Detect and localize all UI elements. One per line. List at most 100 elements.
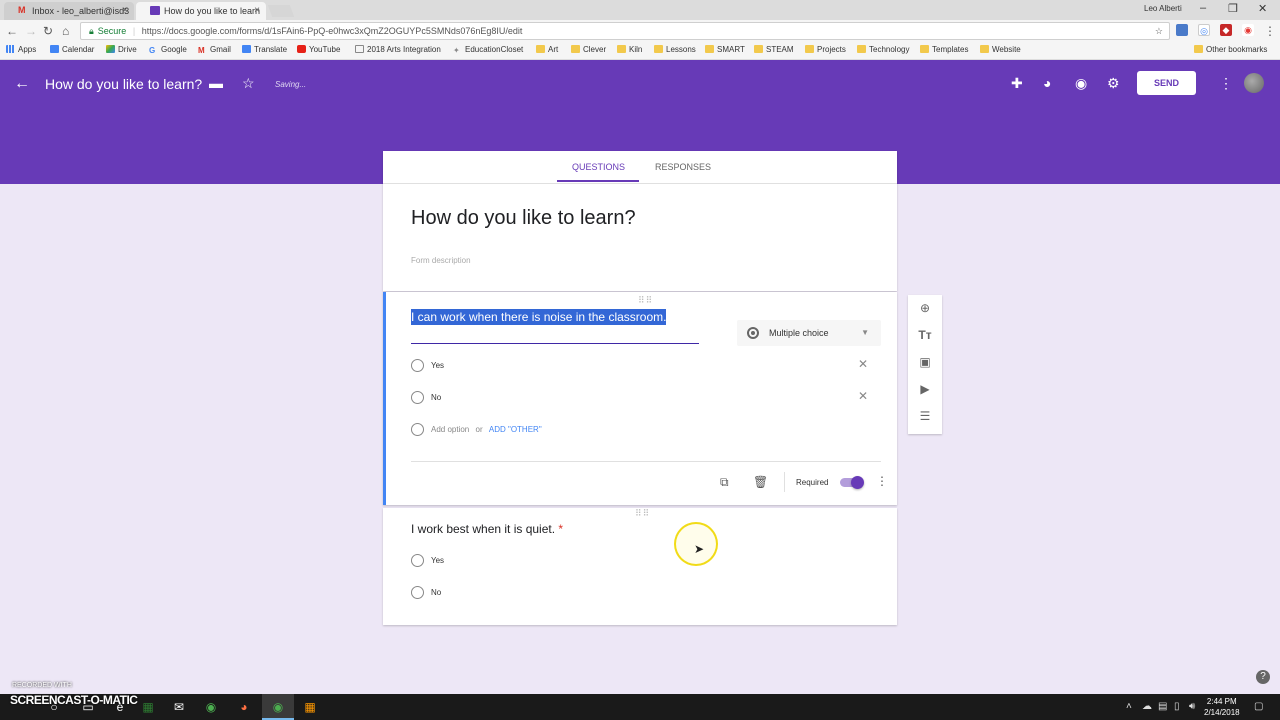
extension-icon[interactable] — [1176, 24, 1188, 36]
bookmark-arts-integration[interactable]: 2018 Arts Integration — [355, 45, 441, 54]
option-label[interactable]: Yes — [431, 361, 444, 370]
form-title[interactable]: How do you like to learn? — [411, 207, 636, 230]
browser-menu-icon[interactable]: ⋮ — [1264, 24, 1276, 38]
add-video-icon[interactable]: ▶ — [917, 382, 933, 396]
close-window-icon[interactable]: ✕ — [1258, 2, 1267, 15]
bookmark-educationcloset[interactable]: ✦ EducationCloset — [453, 45, 523, 55]
bookmark-website[interactable]: Website — [980, 45, 1021, 54]
url-bar[interactable]: 🔒︎ Secure | https://docs.google.com/forms… — [80, 22, 1170, 40]
drag-handle-icon[interactable]: ⠿⠿ — [635, 508, 650, 519]
form-description-field[interactable]: Form description — [411, 256, 471, 265]
help-icon[interactable]: ? — [1256, 670, 1270, 684]
form-header-card: QUESTIONS RESPONSES How do you like to l… — [383, 151, 897, 291]
more-vert-icon[interactable]: ⋮ — [876, 474, 888, 488]
restore-icon[interactable]: ❐ — [1228, 2, 1238, 15]
bookmark-smart[interactable]: SMART — [705, 45, 745, 54]
addons-puzzle-icon[interactable]: ✚ — [1011, 75, 1023, 92]
bookmark-lessons[interactable]: Lessons — [654, 45, 696, 54]
screencast-app-icon[interactable]: ▦ — [302, 699, 318, 715]
add-other-button[interactable]: ADD "OTHER" — [489, 425, 542, 434]
option-label[interactable]: No — [431, 393, 441, 402]
url-text: https://docs.google.com/forms/d/1sFAin6-… — [141, 26, 523, 36]
bookmark-google[interactable]: G Google — [149, 45, 187, 55]
remove-option-icon[interactable]: ✕ — [858, 389, 868, 403]
chrome-icon[interactable]: ◉ — [203, 699, 219, 715]
question-card[interactable]: ⠿⠿ I work best when it is quiet. * Yes N… — [383, 508, 897, 625]
close-icon[interactable]: × — [254, 5, 260, 16]
store-icon[interactable]: ▦ — [140, 699, 156, 715]
doc-title[interactable]: How do you like to learn? — [45, 76, 202, 92]
home-icon[interactable]: ⌂ — [62, 24, 69, 38]
bookmark-projects[interactable]: Projects — [805, 45, 846, 54]
secure-label: Secure — [97, 26, 127, 36]
forward-icon[interactable]: → — [25, 24, 37, 38]
bookmark-drive[interactable]: Drive — [106, 45, 137, 54]
folder-icon — [857, 45, 866, 53]
required-toggle[interactable] — [840, 476, 864, 489]
mail-icon[interactable]: ✉ — [171, 699, 187, 715]
duplicate-icon[interactable]: ⧉ — [720, 475, 729, 490]
recorded-with-label: RECORDED WITH — [12, 682, 72, 689]
more-vert-icon[interactable]: ⋮ — [1219, 75, 1233, 92]
bookmark-kiln[interactable]: Kiln — [617, 45, 642, 54]
avatar[interactable] — [1244, 73, 1264, 93]
gmail-icon: M — [198, 46, 205, 55]
bookmark-art[interactable]: Art — [536, 45, 558, 54]
star-icon[interactable]: ☆ — [242, 75, 255, 92]
send-button[interactable]: SEND — [1137, 71, 1196, 95]
back-icon[interactable]: ← — [6, 24, 18, 38]
bookmark-star-icon[interactable]: ☆ — [1155, 23, 1163, 39]
delete-trash-icon[interactable]: 🗑︎ — [753, 475, 768, 489]
back-arrow-icon[interactable]: ← — [14, 75, 30, 93]
add-question-icon[interactable]: ⊕ — [917, 301, 933, 315]
new-tab-button[interactable] — [267, 5, 295, 17]
bookmark-translate[interactable]: Translate — [242, 45, 287, 54]
bookmark-steam[interactable]: STEAM — [754, 45, 794, 54]
onedrive-icon[interactable]: ☁ — [1142, 701, 1152, 712]
notifications-icon[interactable]: ▢ — [1254, 701, 1263, 712]
bookmark-gmail[interactable]: M Gmail — [198, 45, 231, 55]
question-card-active[interactable]: ⠿⠿ I can work when there is noise in the… — [383, 292, 897, 505]
system-clock[interactable]: 2:44 PM 2/14/2018 — [1204, 696, 1240, 718]
add-image-icon[interactable]: ▣ — [917, 355, 933, 369]
drive-icon — [106, 45, 115, 53]
extension-icon[interactable]: ◉ — [1242, 24, 1254, 36]
extension-icon[interactable]: ◎ — [1198, 24, 1210, 36]
remove-option-icon[interactable]: ✕ — [858, 357, 868, 371]
bookmark-calendar[interactable]: Calendar — [50, 45, 94, 54]
bookmark-clever[interactable]: Clever — [571, 45, 606, 54]
tab-questions[interactable]: QUESTIONS — [572, 162, 625, 172]
bookmark-technology[interactable]: Technology — [857, 45, 909, 54]
question-title-input[interactable]: I can work when there is noise in the cl… — [411, 309, 667, 325]
browser-tab-forms[interactable]: How do you like to learn × — [136, 2, 266, 20]
volume-icon[interactable]: 🔊︎ — [1189, 701, 1195, 712]
bookmark-apps[interactable]: Apps — [6, 45, 36, 54]
add-section-icon[interactable]: ☰ — [917, 409, 933, 423]
question-title[interactable]: I work best when it is quiet. * — [411, 522, 563, 536]
firefox-icon[interactable]: ◕ — [236, 699, 252, 715]
settings-gear-icon[interactable]: ⚙ — [1107, 75, 1120, 92]
shield-extension-icon[interactable]: ◆ — [1220, 24, 1232, 36]
browser-tab-gmail[interactable]: M Inbox - leo_alberti@isd3 × — [4, 2, 134, 20]
network-icon[interactable]: ▯ — [1174, 701, 1180, 712]
preview-eye-icon[interactable]: ◉ — [1075, 75, 1087, 92]
folder-icon[interactable]: ▬ — [209, 75, 223, 91]
question-type-dropdown[interactable]: Multiple choice ▼ — [737, 320, 881, 346]
tray-app-icon[interactable]: ▤ — [1158, 701, 1167, 712]
tab-responses[interactable]: RESPONSES — [655, 162, 711, 172]
bookmark-templates[interactable]: Templates — [920, 45, 968, 54]
palette-icon[interactable]: ◕ — [1043, 75, 1051, 91]
folder-icon — [536, 45, 545, 53]
browser-user-name[interactable]: Leo Alberti — [1144, 4, 1182, 13]
minimize-icon[interactable]: – — [1200, 2, 1206, 14]
bookmark-youtube[interactable]: YouTube — [297, 45, 340, 54]
bookmark-other[interactable]: Other bookmarks — [1194, 45, 1267, 54]
reload-icon[interactable]: ↻ — [43, 24, 53, 38]
tray-expand-icon[interactable]: ˄ — [1126, 701, 1132, 712]
chrome-active-icon[interactable]: ◉ — [270, 699, 286, 715]
drag-handle-icon[interactable]: ⠿⠿ — [638, 295, 653, 306]
add-option-button[interactable]: Add option — [431, 425, 469, 434]
close-icon[interactable]: × — [122, 5, 128, 16]
folder-icon — [617, 45, 626, 53]
add-title-text-icon[interactable]: Tт — [917, 328, 933, 342]
